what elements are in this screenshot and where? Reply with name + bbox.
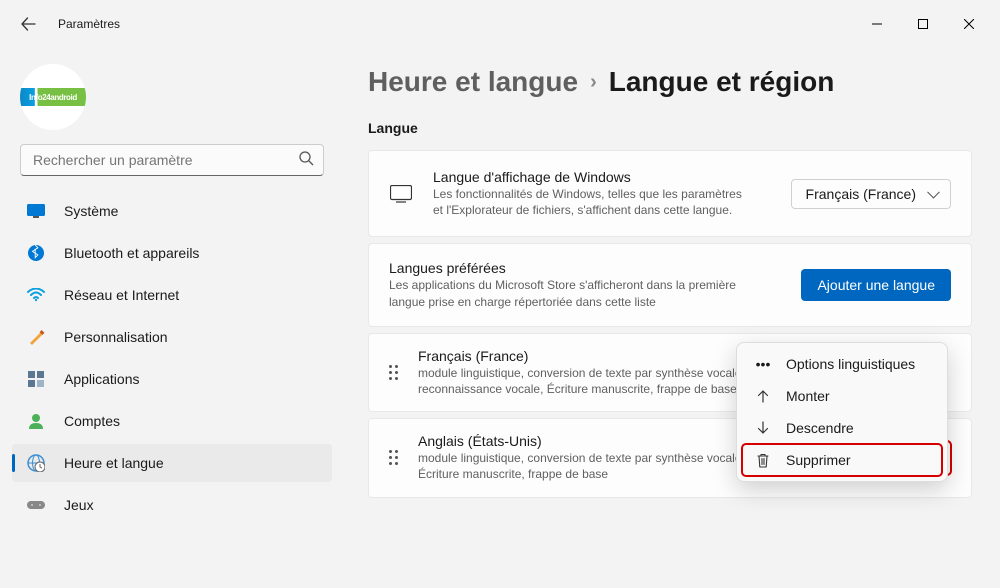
app-title: Paramètres [58, 17, 120, 31]
avatar-image: Info24android [20, 88, 86, 106]
sidebar-item-time-language[interactable]: Heure et langue [12, 444, 332, 482]
breadcrumb: Heure et langue › Langue et région [368, 66, 972, 98]
sidebar-item-network[interactable]: Réseau et Internet [12, 276, 332, 314]
sidebar-item-apps[interactable]: Applications [12, 360, 332, 398]
display-language-card: Langue d'affichage de Windows Les foncti… [368, 150, 972, 237]
dropdown-selected-value: Français (France) [806, 186, 916, 202]
nav-list: Système Bluetooth et appareils Réseau et… [12, 192, 332, 528]
titlebar: Paramètres [0, 0, 1000, 48]
context-item-move-up[interactable]: Monter [742, 380, 942, 412]
page-title: Langue et région [609, 66, 835, 98]
preferred-languages-card: Langues préférées Les applications du Mi… [368, 243, 972, 326]
section-header-langue: Langue [368, 120, 972, 136]
sidebar-item-label: Personnalisation [64, 329, 168, 345]
sidebar-item-label: Système [64, 203, 118, 219]
avatar[interactable]: Info24android [20, 64, 86, 130]
display-language-title: Langue d'affichage de Windows [433, 169, 771, 185]
context-item-label: Options linguistiques [786, 356, 915, 372]
preferred-languages-title: Langues préférées [389, 260, 781, 276]
trash-icon [754, 453, 772, 468]
drag-handle-icon[interactable] [389, 450, 398, 465]
display-language-dropdown[interactable]: Français (France) [791, 179, 951, 209]
arrow-up-icon [754, 389, 772, 403]
window-controls [854, 8, 992, 40]
sidebar-item-system[interactable]: Système [12, 192, 332, 230]
sidebar-item-label: Comptes [64, 413, 120, 429]
sidebar-item-label: Jeux [64, 497, 94, 513]
drag-handle-icon[interactable] [389, 365, 398, 380]
sidebar-item-label: Heure et langue [64, 455, 164, 471]
sidebar-item-accounts[interactable]: Comptes [12, 402, 332, 440]
close-icon [964, 19, 974, 29]
arrow-down-icon [754, 421, 772, 435]
wifi-icon [26, 285, 46, 305]
close-button[interactable] [946, 8, 992, 40]
sidebar-item-label: Applications [64, 371, 140, 387]
brush-icon [26, 327, 46, 347]
context-item-label: Monter [786, 388, 830, 404]
minimize-icon [872, 19, 882, 29]
monitor-icon [389, 185, 413, 203]
maximize-icon [918, 19, 928, 29]
sidebar-item-games[interactable]: Jeux [12, 486, 332, 524]
content-area: Heure et langue › Langue et région Langu… [340, 48, 1000, 588]
minimize-button[interactable] [854, 8, 900, 40]
breadcrumb-parent[interactable]: Heure et langue [368, 66, 578, 98]
globe-clock-icon [26, 453, 46, 473]
back-button[interactable] [8, 4, 48, 44]
language-context-menu: ••• Options linguistiques Monter Descend… [736, 342, 948, 482]
apps-icon [26, 369, 46, 389]
chevron-right-icon: › [590, 71, 597, 94]
search-input[interactable] [20, 144, 324, 176]
more-horizontal-icon: ••• [754, 356, 772, 372]
context-item-label: Supprimer [786, 452, 851, 468]
display-language-desc: Les fonctionnalités de Windows, telles q… [433, 186, 743, 218]
context-item-options[interactable]: ••• Options linguistiques [742, 348, 942, 380]
bluetooth-icon [26, 243, 46, 263]
sidebar-item-label: Bluetooth et appareils [64, 245, 199, 261]
arrow-left-icon [20, 16, 36, 32]
sidebar-item-label: Réseau et Internet [64, 287, 179, 303]
context-item-delete[interactable]: Supprimer [742, 444, 942, 476]
context-item-label: Descendre [786, 420, 854, 436]
search-icon [299, 151, 314, 169]
language-desc: module linguistique, conversion de texte… [418, 365, 758, 397]
context-item-move-down[interactable]: Descendre [742, 412, 942, 444]
maximize-button[interactable] [900, 8, 946, 40]
sidebar-item-bluetooth[interactable]: Bluetooth et appareils [12, 234, 332, 272]
system-icon [26, 201, 46, 221]
gamepad-icon [26, 495, 46, 515]
add-language-button[interactable]: Ajouter une langue [801, 269, 951, 301]
person-icon [26, 411, 46, 431]
sidebar: Info24android Système Bluetooth et appar… [0, 48, 340, 588]
sidebar-item-personalization[interactable]: Personnalisation [12, 318, 332, 356]
preferred-languages-desc: Les applications du Microsoft Store s'af… [389, 277, 749, 309]
